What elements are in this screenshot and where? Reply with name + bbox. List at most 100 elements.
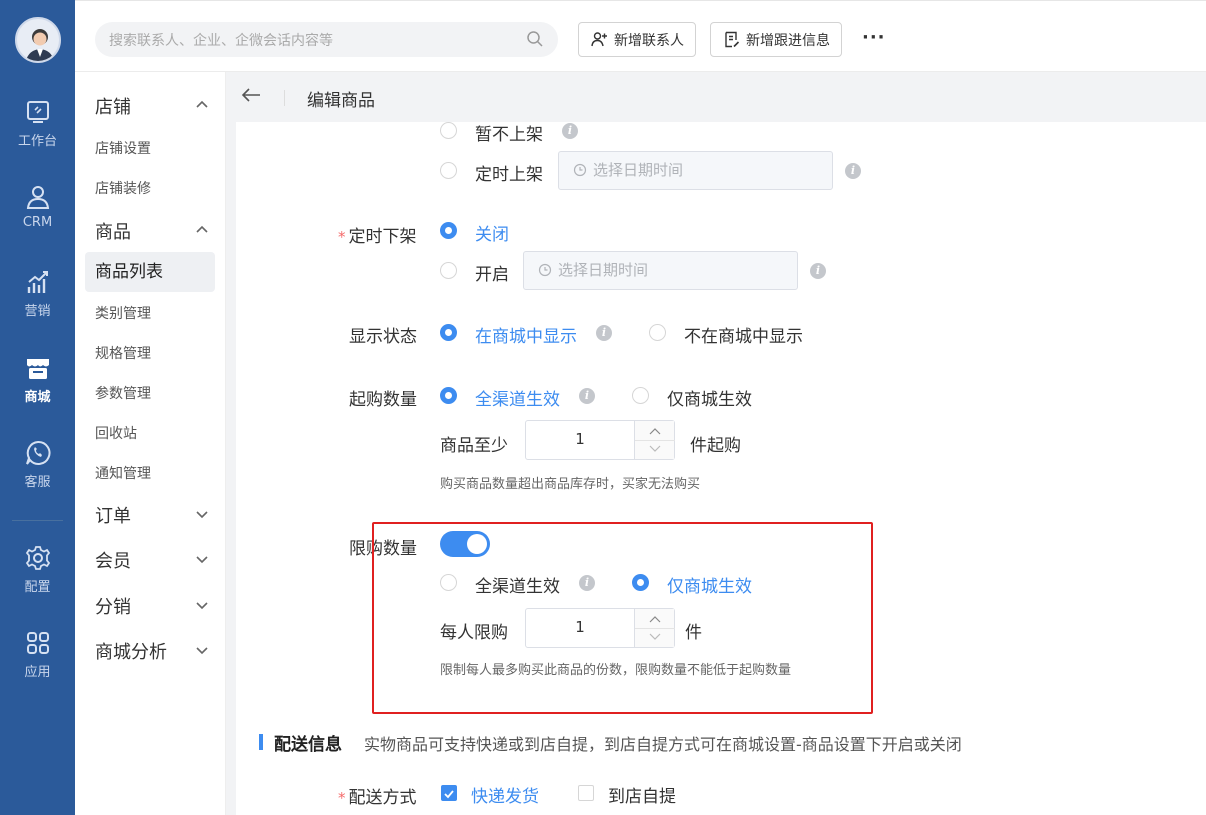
info-icon[interactable]: i — [579, 388, 595, 404]
display-show-label: 在商城中显示 — [475, 327, 577, 347]
person-icon — [26, 186, 49, 209]
rail-config[interactable]: 配置 — [0, 544, 75, 595]
rail-workbench[interactable]: 工作台 — [0, 98, 75, 149]
info-icon[interactable]: i — [596, 325, 612, 341]
sidebar-item-recycle[interactable]: 回收站 — [95, 423, 137, 443]
pickup-label: 到店自提 — [608, 787, 676, 807]
search-input[interactable]: 搜索联系人、企业、企微会话内容等 — [95, 22, 558, 57]
note-edit-icon — [725, 31, 740, 48]
stepper-up-icon[interactable] — [649, 427, 661, 435]
sidebar-item-store-settings[interactable]: 店铺设置 — [95, 138, 151, 158]
rail-label: 客服 — [24, 475, 51, 490]
shipping-section-desc: 实物商品可支持快递或到店自提，到店自提方式可在商城设置-商品设置下开启或关闭 — [364, 735, 962, 754]
min-prefix-label: 商品至少 — [440, 436, 508, 456]
rail-crm[interactable]: CRM — [0, 183, 75, 230]
app-rail: 工作台 CRM 营销 商城 客服 配置 应用 — [0, 0, 75, 815]
section-marker — [259, 734, 263, 750]
chevron-up-icon[interactable] — [195, 224, 209, 234]
rail-label: 营销 — [24, 304, 51, 319]
add-contact-button[interactable]: 新增联系人 — [578, 22, 696, 57]
sidebar-item-spec[interactable]: 规格管理 — [95, 343, 151, 363]
display-hide-label: 不在商城中显示 — [684, 327, 803, 347]
timed-off-label: * 定时下架 — [338, 227, 417, 247]
clock-icon — [573, 163, 587, 177]
display-hide-radio[interactable] — [649, 324, 666, 341]
timed-off-datetime-input[interactable]: 选择日期时间 — [523, 251, 798, 290]
min-purchase-label: 起购数量 — [349, 390, 417, 410]
chevron-up-icon[interactable] — [195, 99, 209, 109]
rail-divider — [12, 520, 63, 521]
workbench-icon — [26, 101, 49, 123]
timed-off-open-label: 开启 — [475, 265, 509, 285]
min-mall-only-label: 仅商城生效 — [667, 390, 752, 410]
avatar[interactable] — [15, 17, 61, 63]
display-status-label: 显示状态 — [349, 327, 417, 347]
express-label: 快递发货 — [471, 787, 539, 807]
rail-label: 配置 — [24, 580, 51, 595]
sidebar-item-store-decoration[interactable]: 店铺装修 — [95, 178, 151, 198]
sidebar-group-analysis[interactable]: 商城分析 — [95, 638, 167, 664]
sidebar-item-params[interactable]: 参数管理 — [95, 383, 151, 403]
top-bar: 搜索联系人、企业、企微会话内容等 新增联系人 新增跟进信息 ··· — [75, 0, 1206, 72]
sidebar-group-goods[interactable]: 商品 — [95, 218, 131, 244]
listing-none-radio[interactable] — [440, 122, 457, 139]
rail-mall[interactable]: 商城 — [0, 354, 75, 405]
min-all-channel-label: 全渠道生效 — [475, 390, 560, 410]
gear-icon — [25, 546, 50, 570]
add-person-icon — [591, 32, 607, 47]
shipping-method-label: * 配送方式 — [338, 788, 417, 808]
info-icon[interactable]: i — [845, 163, 861, 179]
search-icon[interactable] — [526, 30, 544, 48]
rail-marketing[interactable]: 营销 — [0, 268, 75, 319]
stepper-down-icon[interactable] — [649, 445, 661, 453]
datetime-placeholder: 选择日期时间 — [593, 161, 684, 179]
min-mall-only-radio[interactable] — [632, 387, 649, 404]
shipping-section-title: 配送信息 — [274, 735, 342, 755]
min-quantity-stepper[interactable]: 1 — [525, 420, 675, 460]
rail-apps[interactable]: 应用 — [0, 629, 75, 680]
more-menu-icon[interactable]: ··· — [862, 27, 886, 48]
min-hint: 购买商品数量超出商品库存时，买家无法购买 — [440, 477, 701, 492]
header-divider — [284, 90, 285, 106]
check-icon — [444, 790, 454, 799]
sidebar-group-distribution[interactable]: 分销 — [95, 593, 131, 619]
rail-label: 工作台 — [17, 134, 57, 149]
datetime-placeholder: 选择日期时间 — [558, 261, 649, 279]
search-placeholder: 搜索联系人、企业、企微会话内容等 — [109, 33, 333, 49]
sidebar-group-order[interactable]: 订单 — [95, 502, 131, 528]
chevron-down-icon[interactable] — [195, 554, 209, 564]
chevron-down-icon[interactable] — [195, 509, 209, 519]
listing-timed-radio[interactable] — [440, 162, 457, 179]
listing-datetime-input[interactable]: 选择日期时间 — [558, 151, 833, 190]
chart-growth-icon — [27, 271, 48, 293]
chevron-down-icon[interactable] — [195, 645, 209, 655]
pickup-checkbox[interactable] — [578, 785, 594, 801]
timed-off-close-label: 关闭 — [475, 225, 509, 245]
info-icon[interactable]: i — [810, 263, 826, 279]
sidebar-group-store[interactable]: 店铺 — [95, 93, 131, 119]
chevron-down-icon[interactable] — [195, 600, 209, 610]
listing-timed-label: 定时上架 — [475, 165, 543, 185]
sidebar-item-goods-list[interactable]: 商品列表 — [85, 252, 215, 292]
highlight-box — [372, 522, 873, 714]
apps-grid-icon — [26, 632, 49, 654]
rail-service[interactable]: 客服 — [0, 439, 75, 490]
info-icon[interactable]: i — [562, 123, 578, 139]
listing-none-label: 暂不上架 — [475, 125, 543, 145]
add-contact-label: 新增联系人 — [614, 32, 684, 49]
back-arrow-icon[interactable] — [240, 84, 262, 106]
display-show-radio[interactable] — [440, 324, 457, 341]
timed-off-open-radio[interactable] — [440, 262, 457, 279]
min-all-channel-radio[interactable] — [440, 387, 457, 404]
sidebar-item-notify[interactable]: 通知管理 — [95, 463, 151, 483]
sidebar-group-member[interactable]: 会员 — [95, 547, 131, 573]
express-checkbox[interactable] — [441, 785, 457, 801]
sidebar-item-category[interactable]: 类别管理 — [95, 303, 151, 323]
clock-icon — [538, 263, 552, 277]
min-quantity-value[interactable]: 1 — [526, 430, 634, 448]
page-title: 编辑商品 — [307, 91, 375, 111]
add-followup-button[interactable]: 新增跟进信息 — [710, 22, 842, 57]
add-followup-label: 新增跟进信息 — [746, 32, 830, 49]
timed-off-close-radio[interactable] — [440, 222, 457, 239]
rail-label: CRM — [22, 215, 53, 230]
